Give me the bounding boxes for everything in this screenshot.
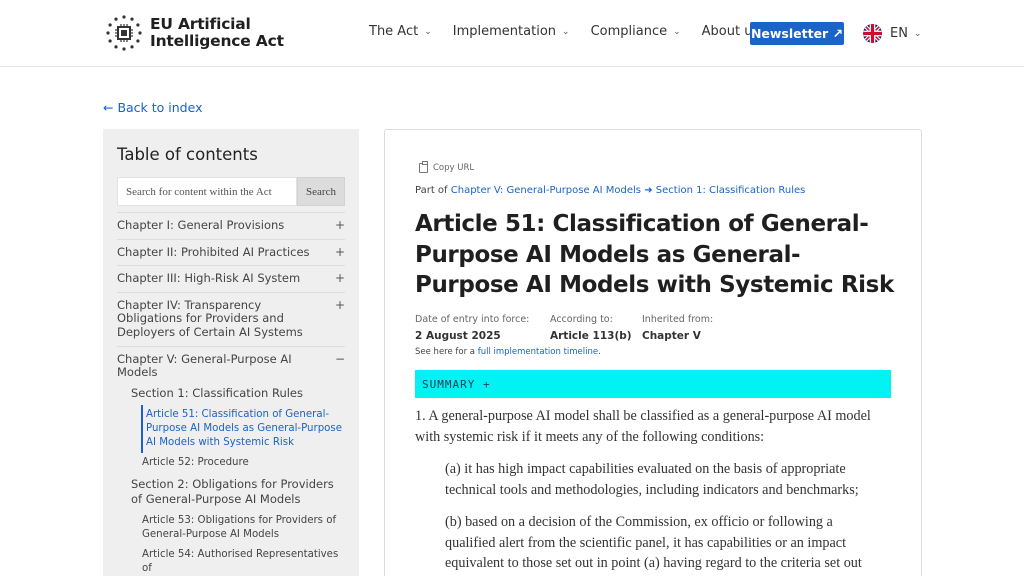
meta-entry-into-force: Date of entry into force: 2 August 2025	[415, 314, 550, 342]
meta-label: Date of entry into force:	[415, 314, 530, 325]
expand-plus-icon[interactable]: +	[335, 245, 345, 260]
implementation-timeline-link[interactable]: full implementation timeline	[478, 347, 598, 357]
nav-item-compliance[interactable]: Compliance ⌄	[591, 24, 681, 39]
toc-search-button[interactable]: Search	[297, 177, 345, 206]
meta-value: 2 August 2025	[415, 330, 501, 342]
toc-chapter-label: Chapter I: General Provisions	[117, 218, 285, 232]
toc-chapter-label: Chapter IV: Transparency Obligations for…	[117, 297, 303, 339]
toc-article-52[interactable]: Article 52: Procedure	[117, 453, 345, 473]
newsletter-button[interactable]: Newsletter ↗	[750, 22, 844, 45]
toc-search: Search	[117, 177, 345, 206]
toc-chapter-label: Chapter V: General-Purpose AI Models	[117, 351, 292, 380]
collapse-minus-icon[interactable]: −	[335, 352, 345, 367]
toc-section-2[interactable]: Section 2: Obligations for Providers of …	[117, 473, 345, 511]
article-paragraph: 1. A general-purpose AI model shall be c…	[415, 408, 871, 445]
meta-label: Inherited from:	[642, 314, 714, 325]
timeline-prefix: See here for a	[415, 347, 476, 357]
copy-url-label: Copy URL	[433, 163, 475, 173]
copy-url-button[interactable]: Copy URL	[419, 161, 475, 173]
logo-line-2: Intelligence Act	[150, 32, 284, 50]
nav-item-implementation[interactable]: Implementation ⌄	[453, 24, 570, 39]
article-card: Copy URL Part of Chapter V: General-Purp…	[384, 129, 922, 576]
toc-chapter-label: Chapter III: High-Risk AI System	[117, 271, 301, 286]
toc-list: Chapter I: General Provisions + Chapter …	[117, 212, 345, 576]
clipboard-icon	[419, 161, 428, 173]
eu-stars-chip-icon	[104, 13, 144, 53]
chevron-down-icon: ⌄	[424, 26, 432, 37]
meta-inherited-from: Inherited from: Chapter V	[642, 314, 713, 342]
toc-chapter-5[interactable]: Chapter V: General-Purpose AI Models −	[117, 345, 345, 382]
toc-section-1[interactable]: Section 1: Classification Rules	[117, 382, 345, 405]
toc-chapter-5-children: Section 1: Classification Rules Article …	[117, 382, 345, 576]
toc-chapter-label: Chapter II: Prohibited AI Practices	[117, 244, 310, 259]
meta-value: Chapter V	[642, 330, 701, 342]
expand-plus-icon[interactable]: +	[335, 272, 345, 286]
breadcrumb-chapter-link[interactable]: Chapter V: General-Purpose AI Models	[451, 185, 641, 196]
nav-item-label: Implementation	[452, 24, 557, 39]
language-selector[interactable]: EN ⌄	[863, 24, 922, 43]
toc-article-54[interactable]: Article 54: Authorised Representatives o…	[117, 545, 345, 576]
timeline-suffix: .	[598, 347, 601, 357]
nav-item-the-act[interactable]: The Act ⌄	[369, 24, 432, 39]
article-meta: Date of entry into force: 2 August 2025 …	[415, 314, 713, 342]
expand-plus-icon[interactable]: +	[335, 218, 345, 233]
meta-value: Article 113(b)	[550, 330, 632, 342]
language-label: EN	[890, 26, 908, 41]
uk-flag-icon	[863, 24, 882, 43]
expand-plus-icon[interactable]: +	[335, 298, 345, 313]
breadcrumb: Part of Chapter V: General-Purpose AI Mo…	[415, 185, 805, 196]
chevron-down-icon: ⌄	[673, 26, 681, 37]
logo-line-1: EU Artificial	[150, 15, 251, 33]
timeline-note: See here for a full implementation timel…	[415, 347, 601, 357]
breadcrumb-prefix: Part of	[415, 185, 448, 196]
toc-chapter-3[interactable]: Chapter III: High-Risk AI System +	[117, 265, 345, 292]
main-nav: The Act ⌄ Implementation ⌄ Compliance ⌄ …	[369, 24, 780, 39]
table-of-contents-sidebar: Table of contents Search Chapter I: Gene…	[103, 129, 359, 576]
summary-toggle[interactable]: SUMMARY +	[415, 370, 891, 398]
breadcrumb-section-link[interactable]: Section 1: Classification Rules	[656, 185, 806, 196]
article-title: Article 51: Classification of General-Pu…	[415, 211, 894, 298]
site-logo[interactable]: EU Artificial Intelligence Act	[104, 13, 284, 53]
toc-article-51[interactable]: Article 51: Classification of General-Pu…	[141, 404, 345, 453]
article-paragraph: (a) it has high impact capabilities eval…	[445, 461, 859, 498]
toc-chapter-1[interactable]: Chapter I: General Provisions +	[117, 212, 345, 239]
toc-chapter-4[interactable]: Chapter IV: Transparency Obligations for…	[117, 291, 345, 346]
arrow-right-icon: ➜	[644, 185, 653, 196]
toc-search-input[interactable]	[117, 177, 297, 206]
meta-label: According to:	[550, 314, 613, 325]
nav-item-label: Compliance	[590, 24, 668, 39]
chevron-down-icon: ⌄	[562, 26, 570, 37]
back-to-index-link[interactable]: ← Back to index	[103, 100, 203, 115]
nav-item-label: The Act	[369, 24, 419, 39]
meta-according-to: According to: Article 113(b)	[550, 314, 642, 342]
logo-text: EU Artificial Intelligence Act	[150, 16, 284, 50]
chevron-down-icon: ⌄	[913, 28, 922, 39]
article-body: 1. A general-purpose AI model shall be c…	[415, 406, 885, 576]
site-header: EU Artificial Intelligence Act The Act ⌄…	[0, 0, 1024, 67]
article-paragraph: (b) based on a decision of the Commissio…	[445, 514, 862, 571]
toc-article-53[interactable]: Article 53: Obligations for Providers of…	[117, 511, 345, 545]
toc-chapter-2[interactable]: Chapter II: Prohibited AI Practices +	[117, 238, 345, 266]
toc-title: Table of contents	[117, 145, 258, 164]
